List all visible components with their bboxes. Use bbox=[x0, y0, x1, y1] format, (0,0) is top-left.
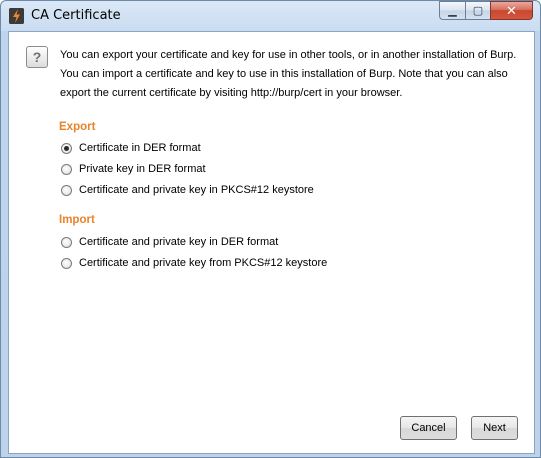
radio-button-icon[interactable] bbox=[61, 142, 72, 154]
radio-import-der[interactable]: Certificate and private key in DER forma… bbox=[61, 234, 278, 250]
window-title: CA Certificate bbox=[31, 8, 121, 23]
radio-label[interactable]: Certificate and private key in PKCS#12 k… bbox=[79, 184, 314, 196]
radio-export-cert-der[interactable]: Certificate in DER format bbox=[61, 140, 201, 156]
radio-label[interactable]: Private key in DER format bbox=[79, 163, 206, 175]
next-button[interactable]: Next bbox=[471, 416, 518, 440]
info-line: You can import a certificate and key to … bbox=[60, 68, 508, 80]
minimize-icon: ▁ bbox=[448, 5, 457, 17]
close-icon: ✕ bbox=[506, 2, 517, 18]
info-line: export the current certificate by visiti… bbox=[60, 87, 403, 99]
radio-label[interactable]: Certificate and private key in DER forma… bbox=[79, 236, 278, 248]
radio-button-icon[interactable] bbox=[61, 236, 72, 248]
radio-export-key-der[interactable]: Private key in DER format bbox=[61, 161, 206, 177]
radio-button-icon[interactable] bbox=[61, 184, 72, 196]
help-question-icon: ? bbox=[26, 46, 48, 68]
import-heading: Import bbox=[59, 214, 95, 226]
burp-app-icon bbox=[9, 8, 24, 24]
title-bar[interactable]: CA Certificate ▁ ▢ ✕ bbox=[1, 1, 540, 31]
close-button[interactable]: ✕ bbox=[490, 1, 533, 20]
dialog-content: ? You can export your certificate and ke… bbox=[8, 31, 535, 454]
window-controls: ▁ ▢ ✕ bbox=[439, 1, 533, 21]
export-heading: Export bbox=[59, 121, 96, 133]
maximize-icon: ▢ bbox=[472, 5, 484, 17]
radio-import-pkcs12[interactable]: Certificate and private key from PKCS#12… bbox=[61, 255, 327, 271]
info-text: You can export your certificate and key … bbox=[60, 46, 525, 103]
radio-export-pkcs12[interactable]: Certificate and private key in PKCS#12 k… bbox=[61, 182, 314, 198]
dialog-window: CA Certificate ▁ ▢ ✕ ? You can export yo… bbox=[0, 0, 541, 458]
cancel-button[interactable]: Cancel bbox=[400, 416, 457, 440]
maximize-button[interactable]: ▢ bbox=[465, 1, 490, 20]
radio-button-icon[interactable] bbox=[61, 163, 72, 175]
info-line: You can export your certificate and key … bbox=[60, 49, 517, 61]
minimize-button[interactable]: ▁ bbox=[439, 1, 465, 20]
radio-label[interactable]: Certificate and private key from PKCS#12… bbox=[79, 257, 327, 269]
radio-button-icon[interactable] bbox=[61, 257, 72, 269]
radio-label[interactable]: Certificate in DER format bbox=[79, 142, 201, 154]
